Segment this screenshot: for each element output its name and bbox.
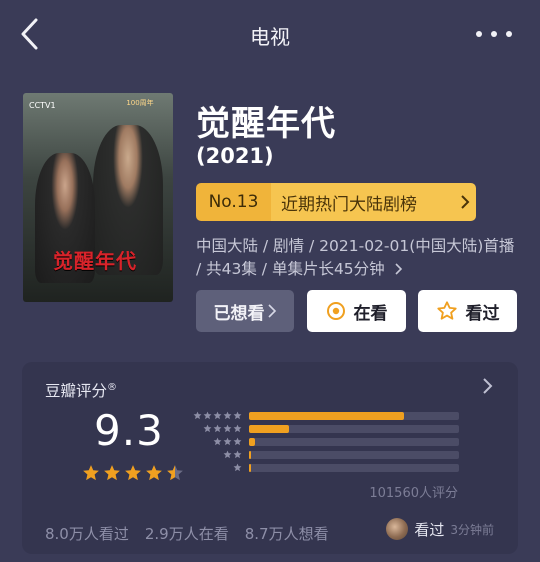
avatar — [386, 518, 409, 540]
watched-count: 8.0万人看过 — [45, 525, 129, 543]
rating-panel[interactable]: 豆瓣评分® 9.3 101560人评分 8.0万人看过 2.9万人在看 8.7万… — [22, 362, 518, 554]
meta-text: 中国大陆 / 剧情 / 2021-02-01(中国大陆)首播 / 共43集 / … — [196, 237, 515, 278]
histogram-bar — [249, 437, 255, 446]
histogram-track — [249, 411, 459, 420]
chevron-right-icon — [454, 183, 476, 221]
histogram-track — [249, 424, 459, 433]
show-year: (2021) — [196, 144, 274, 168]
histogram-stars — [190, 463, 242, 472]
histogram-stars — [190, 411, 242, 420]
audience-stats: 8.0万人看过 2.9万人在看 8.7万人想看 — [45, 523, 329, 544]
star-icon — [203, 424, 212, 433]
chevron-right-icon — [267, 304, 276, 318]
friend-action: 看过 — [414, 520, 445, 539]
star-icon — [233, 424, 242, 433]
star-icon — [203, 411, 212, 420]
star-icon — [167, 465, 183, 481]
friend-time: 3分钟前 — [450, 522, 494, 537]
star-icon — [233, 411, 242, 420]
star-icon — [233, 450, 242, 459]
registered-mark: ® — [107, 381, 118, 393]
star-icon — [104, 465, 120, 481]
star-icon — [213, 437, 222, 446]
watching-count: 2.9万人在看 — [144, 525, 229, 543]
histogram-bar — [249, 450, 251, 459]
rank-badge[interactable]: No.13 近期热门大陆剧榜 — [196, 183, 476, 221]
more-dots-icon — [476, 31, 482, 37]
histogram-row — [190, 422, 480, 435]
star-icon — [125, 465, 141, 481]
histogram-bar — [249, 463, 251, 472]
target-icon — [326, 301, 346, 321]
watching-label: 在看 — [353, 303, 388, 324]
histogram-bar — [249, 424, 289, 433]
chevron-right-icon — [483, 378, 493, 394]
wanted-button[interactable]: 已想看 — [196, 290, 294, 332]
meta-info[interactable]: 中国大陆 / 剧情 / 2021-02-01(中国大陆)首播 / 共43集 / … — [196, 235, 516, 281]
star-icon — [233, 463, 242, 472]
poster-logo: CCTV1 — [29, 101, 56, 110]
show-title: 觉醒年代 — [196, 104, 336, 144]
star-icon — [233, 437, 242, 446]
histogram-stars — [190, 424, 242, 433]
watching-button[interactable]: 在看 — [307, 290, 406, 332]
histogram-track — [249, 450, 459, 459]
watched-button[interactable]: 看过 — [418, 290, 517, 332]
histogram-stars — [190, 437, 242, 446]
chevron-right-icon — [395, 263, 402, 275]
rating-score: 9.3 — [94, 406, 164, 455]
score-stars — [82, 464, 184, 482]
watched-label: 看过 — [465, 303, 500, 324]
histogram-row — [190, 435, 480, 448]
rank-label: 近期热门大陆剧榜 — [271, 183, 454, 221]
star-icon — [223, 437, 232, 446]
star-icon — [223, 411, 232, 420]
star-icon — [213, 424, 222, 433]
star-icon — [146, 465, 162, 481]
rating-count: 101560人评分 — [369, 486, 458, 501]
wish-count: 8.7万人想看 — [244, 525, 329, 543]
histogram-track — [249, 437, 459, 446]
histogram-bar — [249, 411, 404, 420]
rank-number: No.13 — [196, 183, 271, 221]
star-icon — [213, 411, 222, 420]
wanted-label: 已想看 — [213, 303, 265, 324]
histogram-row — [190, 409, 480, 422]
poster-banner: 100周年 — [126, 99, 154, 107]
star-icon — [193, 411, 202, 420]
page-title: 电视 — [250, 25, 290, 49]
friend-activity[interactable]: 看过 3分钟前 — [386, 518, 494, 540]
top-bar: 电视 — [0, 0, 540, 70]
histogram-stars — [190, 450, 242, 459]
rating-histogram — [190, 409, 480, 474]
star-icon — [83, 465, 99, 481]
rating-title: 豆瓣评分® — [45, 381, 118, 400]
poster-image[interactable]: CCTV1 100周年 觉醒年代 — [23, 93, 173, 302]
histogram-row — [190, 448, 480, 461]
star-outline-icon — [436, 300, 458, 322]
histogram-row — [190, 461, 480, 474]
rating-detail-chevron[interactable] — [482, 376, 494, 401]
more-button[interactable] — [476, 22, 512, 46]
star-icon — [223, 450, 232, 459]
histogram-track — [249, 463, 459, 472]
star-icon — [223, 424, 232, 433]
poster-title: 觉醒年代 — [53, 249, 137, 273]
